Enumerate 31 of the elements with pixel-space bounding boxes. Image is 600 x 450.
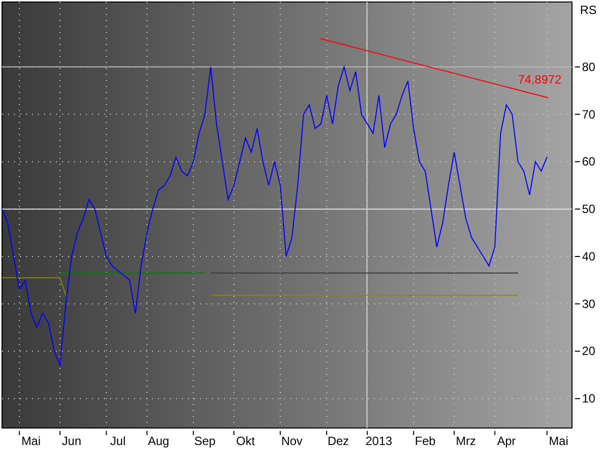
x-axis-label: Mai: [21, 434, 41, 448]
y-axis-label: 20: [574, 344, 596, 358]
chart-title: RS: [580, 3, 597, 17]
x-axis-label: Jun: [62, 434, 82, 448]
y-axis-label: 30: [574, 296, 596, 311]
y-axis-label: 40: [574, 249, 596, 264]
x-axis-label: Mrz: [456, 434, 476, 448]
x-axis-label: Nov: [281, 434, 303, 448]
x-axis-label: Aug: [148, 434, 170, 448]
y-axis-label: 50: [574, 202, 596, 216]
x-axis-label: Jul: [110, 434, 126, 448]
y-axis-label: 60: [574, 154, 596, 169]
y-tick-label: 20: [582, 344, 596, 358]
y-tick-label: 40: [582, 249, 596, 264]
x-axis-label: Okt: [236, 434, 255, 448]
x-axis-label: Dez: [328, 434, 349, 448]
y-tick-label: 70: [582, 107, 596, 122]
x-axis-label: Feb: [414, 434, 436, 448]
x-axis-label: 2013: [366, 434, 392, 448]
x-axis-label: Sep: [194, 434, 216, 448]
y-tick-label: 10: [582, 392, 596, 406]
y-tick-label: 30: [582, 296, 596, 311]
x-axis-label: Mai: [548, 434, 568, 448]
trend-value-label: 74,8972: [518, 72, 562, 87]
y-axis-label: 70: [574, 107, 596, 122]
y-axis-label: 80: [574, 60, 596, 74]
y-tick-label: 60: [582, 154, 596, 169]
y-tick-label: 50: [582, 202, 596, 216]
y-axis-label: 10: [574, 392, 596, 406]
y-tick-label: 80: [582, 60, 596, 74]
x-axis-label: Apr: [497, 434, 516, 448]
